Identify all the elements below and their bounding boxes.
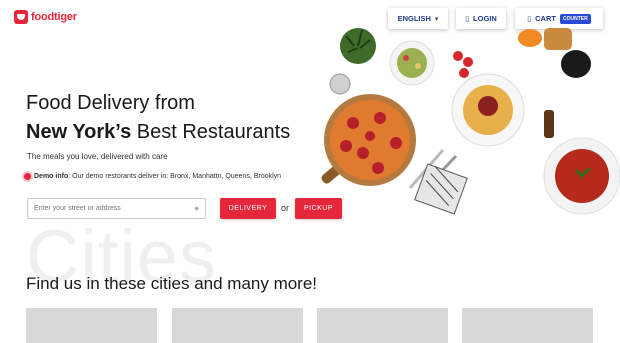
hero-title-line2: New York’s Best Restaurants	[26, 121, 290, 144]
delivery-button[interactable]: DELIVERY	[220, 198, 276, 219]
hero-city-bold: New York’s	[26, 121, 132, 143]
city-card[interactable]	[172, 308, 303, 343]
hero-title-line1: Food Delivery from	[26, 92, 195, 114]
herb-bowl-image	[340, 28, 376, 64]
brand-logo[interactable]: foodtiger	[14, 10, 77, 24]
hero-tagline: The meals you love, delivered with care	[27, 152, 168, 161]
pizza-image	[321, 94, 416, 186]
hero-title-rest: Best Restaurants	[131, 121, 291, 143]
city-card[interactable]	[317, 308, 448, 343]
spaghetti-plate-image	[451, 73, 525, 147]
breakfast-image	[518, 28, 591, 78]
spice-bowl-image	[329, 73, 351, 95]
demo-info: Demo info: Our demo restorants deliver i…	[24, 173, 281, 180]
pickup-button[interactable]: PICKUP	[295, 198, 342, 219]
demo-info-label: Demo info	[34, 173, 69, 180]
or-separator: or	[281, 203, 290, 213]
salad-bowl-image	[389, 40, 435, 86]
brand-name: foodtiger	[31, 11, 77, 23]
demo-info-text: : Our demo restorants deliver in: Bronx,…	[68, 173, 282, 180]
address-placeholder: Enter your street or address	[34, 205, 121, 212]
food-hero-illustration	[321, 28, 620, 215]
location-pin-icon[interactable]: ◆	[194, 205, 199, 212]
soup-bowl-image	[543, 137, 620, 215]
cities-section-title: Find us in these cities and many more!	[26, 274, 318, 293]
city-card[interactable]	[26, 308, 157, 343]
info-dot-icon	[24, 173, 31, 180]
pepper-mill-image	[544, 110, 554, 138]
tiger-logo-icon	[14, 10, 28, 24]
cherry-tomatoes-image	[453, 51, 473, 78]
city-card[interactable]	[462, 308, 593, 343]
